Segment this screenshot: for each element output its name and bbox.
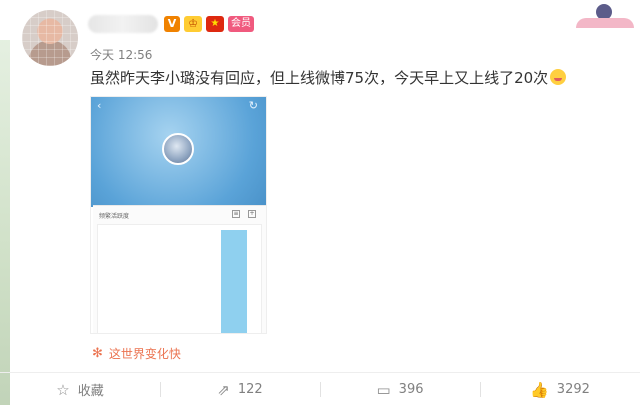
crown-badge-icon[interactable]: ♔ — [184, 16, 202, 32]
favorite-label: 收藏 — [77, 384, 104, 399]
user-badges: V ♔ ★ 会员 — [164, 16, 254, 32]
avatar-mosaic — [22, 10, 78, 66]
like-count: 3292 — [556, 382, 590, 397]
post-text-content: 虽然昨天李小璐没有回应，但上线微博75次，今天早上又上线了20次 — [90, 69, 549, 87]
activity-card: 频繁活跃度 ≡ + — [93, 205, 266, 333]
star-icon: ☆ — [56, 380, 70, 399]
profile-avatar — [162, 133, 194, 165]
post-source[interactable]: ✻ 这世界变化快 — [92, 345, 181, 362]
embedded-screenshot[interactable]: ‹ ↻ 频繁活跃度 ≡ + — [90, 96, 267, 334]
chart-settings-icon: ≡ — [232, 210, 240, 218]
decorative-card-image — [576, 2, 634, 28]
yum-face-icon — [550, 69, 567, 85]
activity-card-title: 频繁活跃度 — [99, 213, 130, 220]
avatar[interactable] — [22, 10, 78, 66]
refresh-icon: ↻ — [248, 99, 258, 112]
verified-badge-icon[interactable]: V — [164, 16, 180, 32]
share-icon: ⇗ — [217, 380, 230, 399]
activity-chart — [97, 224, 262, 333]
activity-bar — [221, 230, 247, 333]
post-source-label: 这世界变化快 — [108, 347, 181, 361]
blurred-username[interactable] — [88, 15, 158, 33]
add-icon: + — [248, 210, 256, 218]
post-time[interactable]: 今天 12:56 — [90, 46, 152, 63]
post-text: 虽然昨天李小璐没有回应，但上线微博75次，今天早上又上线了20次 — [90, 67, 610, 88]
favorite-button[interactable]: ☆ 收藏 — [0, 373, 160, 406]
repost-count: 122 — [237, 382, 263, 397]
weibo-post-page: V ♔ ★ 会员 今天 12:56 虽然昨天李小璐没有回应，但上线微博75次，今… — [0, 0, 640, 405]
member-badge[interactable]: 会员 — [228, 16, 254, 32]
neighbour-image-strip — [0, 40, 10, 405]
back-icon: ‹ — [97, 99, 102, 112]
like-button[interactable]: 👍 3292 — [480, 373, 640, 406]
comment-count: 396 — [398, 382, 424, 397]
decorative-wave — [576, 18, 634, 28]
flag-badge-icon[interactable]: ★ — [206, 16, 224, 32]
repost-button[interactable]: ⇗ 122 — [160, 373, 320, 406]
sparkle-icon: ✻ — [92, 346, 103, 361]
action-bar: ☆ 收藏 ⇗ 122 ▭ 396 👍 3292 — [0, 372, 640, 406]
comment-icon: ▭ — [376, 380, 391, 399]
comment-button[interactable]: ▭ 396 — [320, 373, 480, 406]
like-icon: 👍 — [530, 380, 549, 399]
